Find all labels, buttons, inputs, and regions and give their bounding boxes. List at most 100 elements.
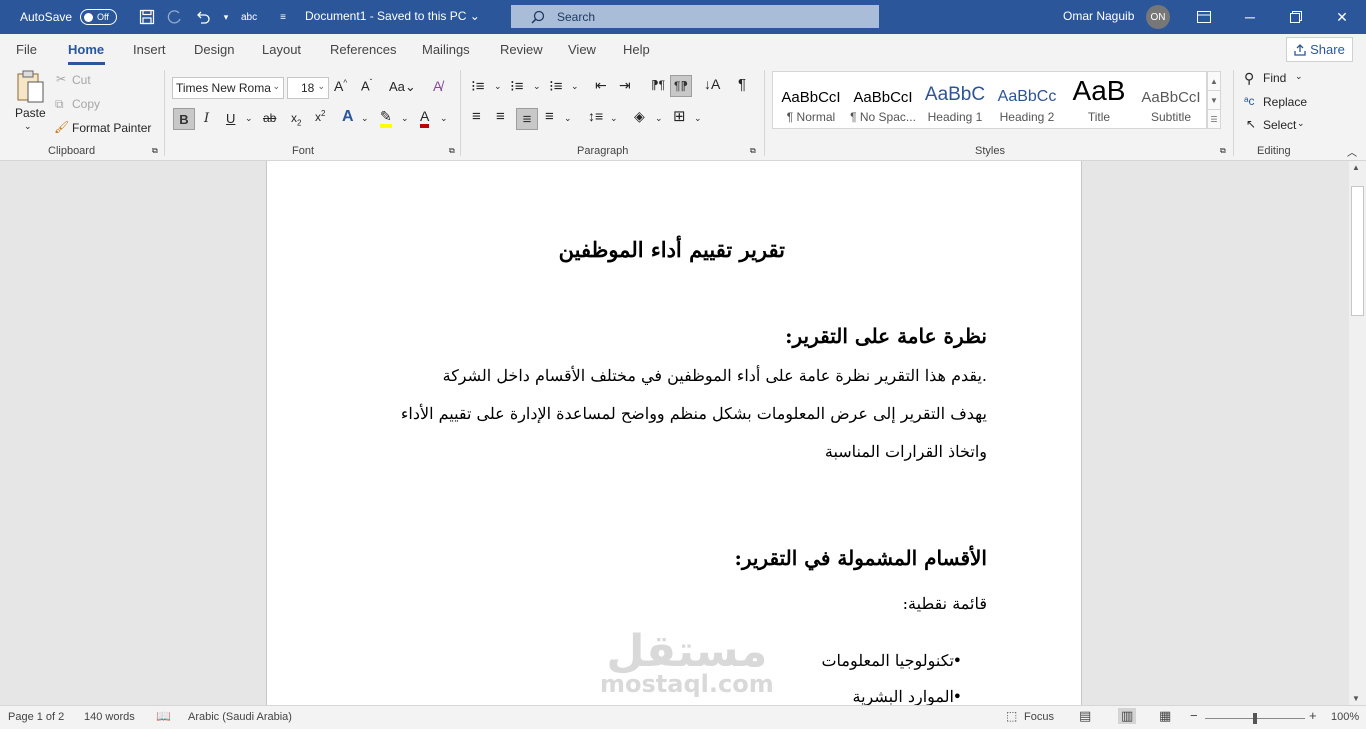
change-case-icon[interactable]: Aa⌄ bbox=[389, 79, 416, 95]
style-normal[interactable]: AaBbCcI ¶ Normal bbox=[775, 72, 847, 130]
document-area[interactable]: تقرير تقييم أداء الموظفين نظرة عامة على … bbox=[0, 161, 1349, 705]
zoom-slider-thumb[interactable] bbox=[1253, 713, 1257, 724]
chevron-down-icon[interactable]: ⌄ bbox=[245, 113, 253, 124]
document-page[interactable]: تقرير تقييم أداء الموظفين نظرة عامة على … bbox=[266, 161, 1082, 705]
restore-button[interactable] bbox=[1273, 0, 1319, 34]
tab-insert[interactable]: Insert bbox=[133, 42, 166, 57]
subscript-icon[interactable]: x2 bbox=[291, 111, 301, 127]
zoom-out-icon[interactable]: − bbox=[1190, 708, 1198, 723]
minimize-button[interactable]: ─ bbox=[1227, 0, 1273, 34]
page-count[interactable]: Page 1 of 2 bbox=[8, 711, 64, 723]
autosave-toggle[interactable]: Off bbox=[80, 9, 118, 25]
chevron-up-icon[interactable]: ▲ bbox=[1208, 72, 1220, 91]
tab-references[interactable]: References bbox=[330, 42, 396, 57]
scroll-down-icon[interactable]: ▼ bbox=[1352, 694, 1360, 703]
style-no-spacing[interactable]: AaBbCcI ¶ No Spac... bbox=[847, 72, 919, 130]
strikethrough-icon[interactable]: ab bbox=[263, 111, 276, 125]
style-subtitle[interactable]: AaBbCcI Subtitle bbox=[1135, 72, 1207, 130]
zoom-slider[interactable] bbox=[1205, 713, 1305, 724]
chevron-down-icon[interactable]: ⌄ bbox=[564, 113, 572, 124]
read-mode-icon[interactable]: ▤ bbox=[1079, 708, 1091, 724]
tab-layout[interactable]: Layout bbox=[262, 42, 301, 57]
save-icon[interactable] bbox=[137, 7, 157, 27]
chevron-down-icon[interactable]: ⌄ bbox=[655, 113, 663, 124]
tab-design[interactable]: Design bbox=[194, 42, 234, 57]
user-name[interactable]: Omar Naguib bbox=[1063, 9, 1134, 23]
tab-mailings[interactable]: Mailings bbox=[422, 42, 470, 57]
ribbon-display-options-icon[interactable] bbox=[1181, 0, 1227, 34]
tab-view[interactable]: View bbox=[568, 42, 596, 57]
text-effects-icon[interactable]: A bbox=[342, 108, 354, 126]
rtl-paragraph-icon[interactable]: ¶⁋ bbox=[670, 75, 692, 97]
align-left-icon[interactable]: ≡ bbox=[472, 108, 481, 125]
language-indicator[interactable]: Arabic (Saudi Arabia) bbox=[188, 711, 292, 723]
style-heading-2[interactable]: AaBbCc Heading 2 bbox=[991, 72, 1063, 130]
chevron-down-icon[interactable]: ⌄ bbox=[571, 81, 579, 92]
cut-button[interactable]: Cut bbox=[72, 73, 91, 87]
chevron-down-icon[interactable]: ⌄ bbox=[1297, 118, 1305, 129]
grow-font-icon[interactable]: A^ bbox=[334, 78, 347, 94]
borders-icon[interactable]: ⊞ bbox=[673, 107, 686, 125]
zoom-in-icon[interactable]: + bbox=[1309, 708, 1317, 723]
customize-toolbar-icon[interactable]: ≡ bbox=[273, 7, 293, 27]
chevron-down-icon[interactable]: ⌄ bbox=[610, 113, 618, 124]
copy-button[interactable]: Copy bbox=[72, 97, 100, 111]
styles-launcher-icon[interactable]: ⧉ bbox=[1220, 146, 1226, 156]
shading-icon[interactable]: ◈ bbox=[634, 108, 645, 125]
chevron-down-icon[interactable]: ▾ bbox=[221, 7, 231, 27]
paragraph-launcher-icon[interactable]: ⧉ bbox=[750, 146, 756, 156]
justify-icon[interactable]: ≡ bbox=[545, 108, 554, 125]
sort-icon[interactable]: ↓A bbox=[704, 76, 720, 92]
chevron-down-icon[interactable]: ⌄ bbox=[494, 81, 502, 92]
clipboard-launcher-icon[interactable]: ⧉ bbox=[152, 146, 158, 156]
bold-icon[interactable]: B bbox=[173, 108, 195, 130]
styles-gallery[interactable]: AaBbCcI ¶ Normal AaBbCcI ¶ No Spac... Aa… bbox=[772, 71, 1207, 129]
ltr-paragraph-icon[interactable]: ⁋¶ bbox=[651, 78, 665, 92]
paste-dropdown-icon[interactable]: ⌄ bbox=[24, 121, 32, 132]
scrollbar-thumb[interactable] bbox=[1351, 186, 1364, 316]
format-painter-button[interactable]: Format Painter bbox=[72, 121, 151, 135]
select-button[interactable]: Select bbox=[1263, 118, 1296, 132]
align-right-icon[interactable]: ≡ bbox=[516, 108, 538, 130]
bullets-icon[interactable]: ⁝≡ bbox=[471, 77, 485, 95]
spelling-icon[interactable]: abc bbox=[239, 7, 259, 27]
clear-formatting-icon[interactable]: A̸ bbox=[433, 78, 442, 94]
search-box[interactable]: Search bbox=[511, 5, 879, 28]
chevron-down-icon[interactable]: ▼ bbox=[1208, 91, 1220, 110]
font-size-combo[interactable]: 18 ⌄ bbox=[287, 77, 329, 99]
more-styles-icon[interactable]: ☰ bbox=[1208, 110, 1220, 128]
align-center-icon[interactable]: ≡ bbox=[496, 108, 505, 125]
word-count[interactable]: 140 words bbox=[84, 711, 135, 723]
style-heading-1[interactable]: AaBbC Heading 1 bbox=[919, 72, 991, 130]
shrink-font-icon[interactable]: Aˇ bbox=[361, 78, 372, 93]
replace-button[interactable]: Replace bbox=[1263, 95, 1307, 109]
numbering-icon[interactable]: ⁝≡ bbox=[510, 77, 524, 95]
style-title[interactable]: AaB Title bbox=[1063, 72, 1135, 130]
show-formatting-marks-icon[interactable]: ¶ bbox=[738, 76, 746, 93]
document-title[interactable]: Document1 - Saved to this PC ⌄ bbox=[305, 9, 480, 23]
avatar[interactable]: ON bbox=[1146, 5, 1170, 29]
tab-review[interactable]: Review bbox=[500, 42, 543, 57]
undo-icon[interactable] bbox=[193, 7, 213, 27]
zoom-level[interactable]: 100% bbox=[1331, 711, 1359, 723]
styles-gallery-scroll[interactable]: ▲ ▼ ☰ bbox=[1207, 71, 1221, 129]
find-button[interactable]: Find bbox=[1263, 71, 1286, 85]
paste-button[interactable]: Paste bbox=[15, 106, 46, 120]
font-color-icon[interactable]: A bbox=[420, 108, 430, 128]
print-layout-icon[interactable]: ▥ bbox=[1118, 708, 1137, 724]
focus-button[interactable]: Focus bbox=[1024, 711, 1054, 723]
paste-icon[interactable] bbox=[14, 70, 46, 104]
multilevel-list-icon[interactable]: ⁝≡ bbox=[549, 77, 563, 95]
tab-home[interactable]: Home bbox=[68, 42, 104, 57]
font-launcher-icon[interactable]: ⧉ bbox=[449, 146, 455, 156]
web-layout-icon[interactable]: ▦ bbox=[1159, 708, 1171, 724]
vertical-scrollbar[interactable]: ▲ ▼ bbox=[1349, 161, 1366, 705]
proofing-book-icon[interactable]: 📖 bbox=[156, 709, 171, 723]
chevron-down-icon[interactable]: ⌄ bbox=[401, 113, 409, 124]
close-button[interactable]: ✕ bbox=[1319, 0, 1365, 34]
superscript-icon[interactable]: x2 bbox=[315, 109, 325, 124]
increase-indent-icon[interactable]: ⇥ bbox=[619, 77, 631, 94]
underline-icon[interactable]: U bbox=[226, 111, 235, 126]
font-name-combo[interactable]: Times New Roma ⌄ bbox=[172, 77, 284, 99]
chevron-down-icon[interactable]: ⌄ bbox=[533, 81, 541, 92]
